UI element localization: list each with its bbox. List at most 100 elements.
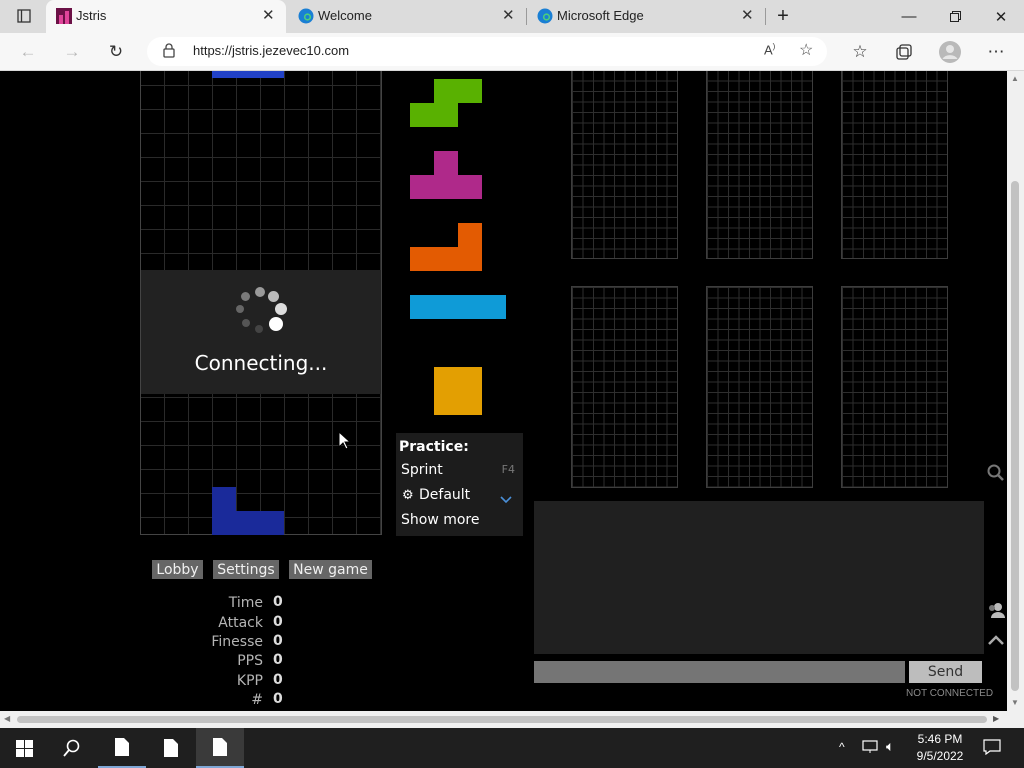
horizontal-scrollbar[interactable]: ◀ ▶	[0, 711, 1007, 728]
board-j-piece	[236, 511, 284, 535]
queue-piece-l	[410, 247, 482, 271]
send-button[interactable]: Send	[909, 661, 982, 683]
taskbar-file-icon[interactable]	[196, 728, 244, 768]
opponent-board	[571, 286, 678, 488]
stat-value: 0	[273, 672, 283, 688]
vertical-scroll-thumb[interactable]	[1011, 181, 1019, 691]
tray-chevron-up-icon[interactable]: ^	[839, 740, 845, 754]
clock-date: 9/5/2022	[916, 749, 964, 763]
practice-title: Practice:	[399, 439, 469, 455]
clock-time: 5:46 PM	[917, 732, 963, 746]
notifications-icon[interactable]	[983, 739, 1001, 760]
users-icon[interactable]	[986, 602, 1006, 623]
tab-actions-icon[interactable]	[12, 4, 36, 28]
forward-arrow-icon[interactable]: →	[60, 40, 84, 64]
practice-menu: Practice: Sprint F4 ⚙ Default Show more	[396, 433, 523, 536]
edge-favicon-icon	[298, 8, 314, 24]
queue-piece-o	[434, 367, 482, 415]
profile-avatar-icon[interactable]	[938, 40, 962, 64]
read-aloud-icon[interactable]: A)	[764, 42, 775, 57]
practice-show-more[interactable]: Show more	[401, 512, 480, 528]
board-block-top	[212, 71, 284, 78]
chat-input[interactable]	[534, 661, 905, 683]
browser-tab-bar: Jstris ✕ Welcome ✕ Microsoft Edge ✕ + — …	[0, 0, 1024, 33]
search-icon[interactable]	[48, 728, 96, 768]
scroll-down-icon[interactable]: ▼	[1011, 698, 1019, 707]
sprint-shortcut: F4	[501, 463, 515, 476]
chevron-up-icon[interactable]	[987, 633, 1005, 651]
settings-button[interactable]: Settings	[213, 560, 279, 579]
windows-start-icon[interactable]	[0, 728, 48, 768]
jstris-favicon-icon	[56, 8, 72, 24]
chat-log	[534, 501, 984, 654]
tab-title: Jstris	[76, 8, 107, 23]
stat-label: Time	[228, 595, 263, 611]
opponent-board	[571, 71, 678, 259]
vertical-scrollbar[interactable]: ▲ ▼	[1007, 71, 1024, 711]
scroll-left-icon[interactable]: ◀	[4, 714, 10, 723]
taskbar-clock[interactable]: 5:46 PM 9/5/2022	[908, 731, 972, 765]
queue-piece-t	[434, 151, 458, 175]
close-window-icon[interactable]: ✕	[978, 0, 1024, 33]
collections-icon[interactable]	[892, 40, 916, 64]
opponent-board	[706, 71, 813, 259]
new-game-button[interactable]: New game	[289, 560, 372, 579]
queue-piece-t	[410, 175, 482, 199]
close-tab-icon[interactable]: ✕	[502, 6, 515, 24]
stat-label: PPS	[237, 653, 263, 669]
page-content: Connecting... Practice: Sprint F4 ⚙ Defa…	[0, 71, 1007, 711]
address-bar[interactable]: https://jstris.jezevec10.com A) ☆	[147, 37, 827, 66]
stat-value: 0	[273, 614, 283, 630]
queue-piece-s	[410, 103, 458, 127]
stat-value: 0	[273, 633, 283, 649]
network-icon[interactable]	[862, 740, 878, 759]
scroll-right-icon[interactable]: ▶	[993, 714, 999, 723]
stat-value: 0	[273, 652, 283, 668]
zoom-icon[interactable]	[987, 464, 1005, 487]
opponent-board	[841, 71, 948, 259]
lobby-button[interactable]: Lobby	[152, 560, 203, 579]
scroll-up-icon[interactable]: ▲	[1011, 74, 1019, 83]
connecting-status: Connecting...	[194, 351, 328, 375]
connecting-overlay: Connecting...	[141, 270, 381, 394]
tab-welcome[interactable]: Welcome ✕	[288, 0, 524, 33]
practice-sprint[interactable]: Sprint	[401, 462, 443, 478]
refresh-icon[interactable]: ↻	[104, 40, 128, 64]
scrollbar-corner	[1007, 711, 1024, 728]
add-favorite-icon[interactable]: ☆	[799, 40, 813, 60]
stat-label: Finesse	[211, 634, 263, 650]
new-tab-icon[interactable]: +	[760, 0, 806, 33]
horizontal-scroll-thumb[interactable]	[17, 716, 987, 723]
restore-icon[interactable]	[932, 0, 978, 33]
chevron-down-icon[interactable]	[500, 489, 512, 508]
mouse-cursor-icon	[338, 430, 352, 455]
close-tab-icon[interactable]: ✕	[262, 6, 275, 24]
screen: Jstris ✕ Welcome ✕ Microsoft Edge ✕ + — …	[0, 0, 1024, 768]
queue-piece-i	[410, 295, 506, 319]
edge-favicon-icon	[537, 8, 553, 24]
volume-icon[interactable]: 🔈︎	[886, 738, 894, 755]
close-tab-icon[interactable]: ✕	[741, 6, 754, 24]
tab-title: Microsoft Edge	[557, 8, 644, 23]
taskbar-file-icon[interactable]	[98, 728, 146, 768]
more-menu-icon[interactable]: ⋯	[984, 40, 1008, 64]
opponent-board	[706, 286, 813, 488]
stat-label: #	[251, 692, 263, 708]
stat-value: 0	[273, 691, 283, 707]
queue-piece-s	[434, 79, 482, 103]
practice-default[interactable]: Default	[419, 487, 470, 503]
favorites-icon[interactable]: ☆	[848, 40, 872, 64]
tab-jstris[interactable]: Jstris ✕	[46, 0, 286, 33]
stat-value: 0	[273, 594, 283, 610]
tab-microsoft-edge[interactable]: Microsoft Edge ✕	[527, 0, 763, 33]
taskbar-file-icon[interactable]	[147, 728, 195, 768]
minimize-icon[interactable]: —	[886, 0, 932, 33]
windows-taskbar: ^ 🔈︎ 5:46 PM 9/5/2022	[0, 728, 1024, 768]
lock-icon[interactable]	[163, 43, 175, 63]
browser-toolbar: ← → ↻ https://jstris.jezevec10.com A) ☆ …	[0, 33, 1024, 71]
connection-status: NOT CONNECTED	[906, 688, 994, 699]
stat-label: KPP	[236, 673, 263, 689]
loading-spinner-icon	[231, 285, 291, 345]
back-arrow-icon[interactable]: ←	[16, 40, 40, 64]
url-text[interactable]: https://jstris.jezevec10.com	[193, 43, 349, 58]
